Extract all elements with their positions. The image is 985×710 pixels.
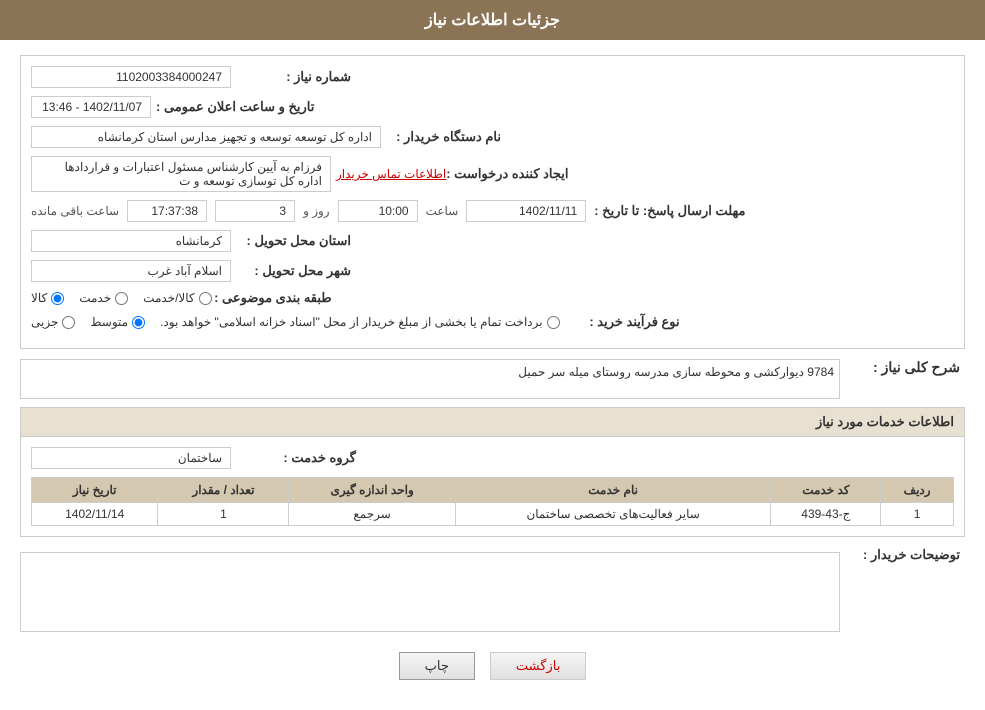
col-qty: تعداد / مقدار — [158, 478, 289, 503]
table-row: 1ج-43-439سایر فعالیت‌های تخصصی ساختمانسر… — [32, 503, 954, 526]
reply-date: 1402/11/11 — [466, 200, 586, 222]
cell-row: 1 — [881, 503, 954, 526]
date-value: 1402/11/07 - 13:46 — [31, 96, 151, 118]
page-title: جزئیات اطلاعات نیاز — [425, 12, 560, 29]
cell-name: سایر فعالیت‌های تخصصی ساختمان — [455, 503, 771, 526]
creator-link[interactable]: اطلاعات تماس خریدار — [336, 167, 446, 181]
page-wrapper: جزئیات اطلاعات نیاز شماره نیاز : 1102003… — [0, 0, 985, 710]
category-khidmat: خدمت — [79, 291, 128, 305]
category-label: طبقه بندی موضوعی : — [212, 290, 332, 306]
description-label: شرح کلی نیاز : — [840, 359, 960, 376]
need-number-label: شماره نیاز : — [231, 69, 351, 85]
category-kala: کالا — [31, 291, 64, 305]
process-small-label: جزیی — [31, 315, 58, 329]
col-code: کد خدمت — [771, 478, 881, 503]
reply-day-label: روز و — [303, 204, 330, 218]
main-content: شماره نیاز : 1102003384000247 تاریخ و سا… — [0, 40, 985, 710]
page-header: جزئیات اطلاعات نیاز — [0, 0, 985, 40]
process-label: نوع فرآیند خرید : — [560, 314, 680, 330]
category-khidmat-label: خدمت — [79, 291, 111, 305]
col-date: تاریخ نیاز — [32, 478, 158, 503]
description-value: 9784 دیوارکشی و محوطه سازی مدرسه روستای … — [20, 359, 840, 399]
col-name: نام خدمت — [455, 478, 771, 503]
need-number-value: 1102003384000247 — [31, 66, 231, 88]
province-row: استان محل تحویل : کرمانشاه — [31, 230, 954, 252]
creator-value: فرزام به آیین کارشناس مسئول اعتبارات و ق… — [31, 156, 331, 192]
reply-days: 3 — [215, 200, 295, 222]
reply-time-label: ساعت — [426, 204, 459, 218]
reply-deadline-label: مهلت ارسال پاسخ: تا تاریخ : — [594, 203, 745, 219]
services-content: گروه خدمت : ساختمان ردیف کد خدمت نام خدم… — [21, 437, 964, 536]
org-row: نام دستگاه خریدار : اداره کل توسعه توسعه… — [31, 126, 954, 148]
group-label: گروه خدمت : — [236, 450, 356, 466]
date-pair: تاریخ و ساعت اعلان عمومی : 1402/11/07 - … — [31, 96, 319, 118]
category-kala-khidmat: کالا/خدمت — [143, 291, 211, 305]
cell-code: ج-43-439 — [771, 503, 881, 526]
process-radio-group: برداخت تمام یا بخشی از مبلغ خریدار از مح… — [31, 315, 560, 329]
process-bonds-label: برداخت تمام یا بخشی از مبلغ خریدار از مح… — [160, 315, 543, 329]
city-row: شهر محل تحویل : اسلام آباد غرب — [31, 260, 954, 282]
province-value: کرمانشاه — [31, 230, 231, 252]
category-row: طبقه بندی موضوعی : کالا/خدمت خدمت کال — [31, 290, 954, 306]
back-button[interactable]: بازگشت — [490, 652, 586, 680]
buyer-note-box — [20, 552, 840, 632]
print-button[interactable]: چاپ — [399, 652, 475, 680]
reply-deadline-row: مهلت ارسال پاسخ: تا تاریخ : 1402/11/11 س… — [31, 200, 954, 222]
category-radio-group: کالا/خدمت خدمت کالا — [31, 291, 212, 305]
creator-row: ایجاد کننده درخواست : اطلاعات تماس خریدا… — [31, 156, 954, 192]
org-value: اداره کل توسعه توسعه و تجهیز مدارس استان… — [31, 126, 381, 148]
services-table: ردیف کد خدمت نام خدمت واحد اندازه گیری ت… — [31, 477, 954, 526]
cell-unit: سرجمع — [289, 503, 455, 526]
process-bonds-radio[interactable] — [547, 316, 560, 329]
date-label: تاریخ و ساعت اعلان عمومی : — [156, 99, 314, 115]
category-khidmat-radio[interactable] — [115, 292, 128, 305]
cell-qty: 1 — [158, 503, 289, 526]
group-value: ساختمان — [31, 447, 231, 469]
process-small: جزیی — [31, 315, 75, 329]
services-title: اطلاعات خدمات مورد نیاز — [21, 408, 964, 437]
process-medium-radio[interactable] — [132, 316, 145, 329]
category-kala-khidmat-radio[interactable] — [199, 292, 212, 305]
description-row: شرح کلی نیاز : 9784 دیوارکشی و محوطه ساز… — [20, 359, 965, 399]
process-medium-label: متوسط — [90, 315, 128, 329]
main-info-section: شماره نیاز : 1102003384000247 تاریخ و سا… — [20, 55, 965, 349]
category-kala-label: کالا — [31, 291, 47, 305]
category-kala-radio[interactable] — [51, 292, 64, 305]
creator-label: ایجاد کننده درخواست : — [446, 166, 568, 182]
city-value: اسلام آباد غرب — [31, 260, 231, 282]
reply-time: 10:00 — [338, 200, 418, 222]
table-header-row: ردیف کد خدمت نام خدمت واحد اندازه گیری ت… — [32, 478, 954, 503]
reply-remaining-label: ساعت باقی مانده — [31, 204, 119, 218]
reply-remaining: 17:37:38 — [127, 200, 207, 222]
services-section: اطلاعات خدمات مورد نیاز گروه خدمت : ساخت… — [20, 407, 965, 537]
process-bonds: برداخت تمام یا بخشی از مبلغ خریدار از مح… — [160, 315, 560, 329]
buyer-note-row: توضیحات خریدار : — [20, 547, 965, 637]
group-header: گروه خدمت : ساختمان — [31, 447, 954, 469]
process-row: نوع فرآیند خرید : برداخت تمام یا بخشی از… — [31, 314, 954, 330]
process-small-radio[interactable] — [62, 316, 75, 329]
province-label: استان محل تحویل : — [231, 233, 351, 249]
cell-date: 1402/11/14 — [32, 503, 158, 526]
org-label: نام دستگاه خریدار : — [381, 129, 501, 145]
category-kala-khidmat-label: کالا/خدمت — [143, 291, 194, 305]
col-unit: واحد اندازه گیری — [289, 478, 455, 503]
date-row: تاریخ و ساعت اعلان عمومی : 1402/11/07 - … — [31, 96, 954, 118]
buyer-note-label: توضیحات خریدار : — [840, 547, 960, 563]
city-label: شهر محل تحویل : — [231, 263, 351, 279]
process-medium: متوسط — [90, 315, 145, 329]
need-number-row: شماره نیاز : 1102003384000247 — [31, 66, 954, 88]
footer-buttons: بازگشت چاپ — [20, 652, 965, 680]
col-row: ردیف — [881, 478, 954, 503]
main-info-content: شماره نیاز : 1102003384000247 تاریخ و سا… — [21, 56, 964, 348]
